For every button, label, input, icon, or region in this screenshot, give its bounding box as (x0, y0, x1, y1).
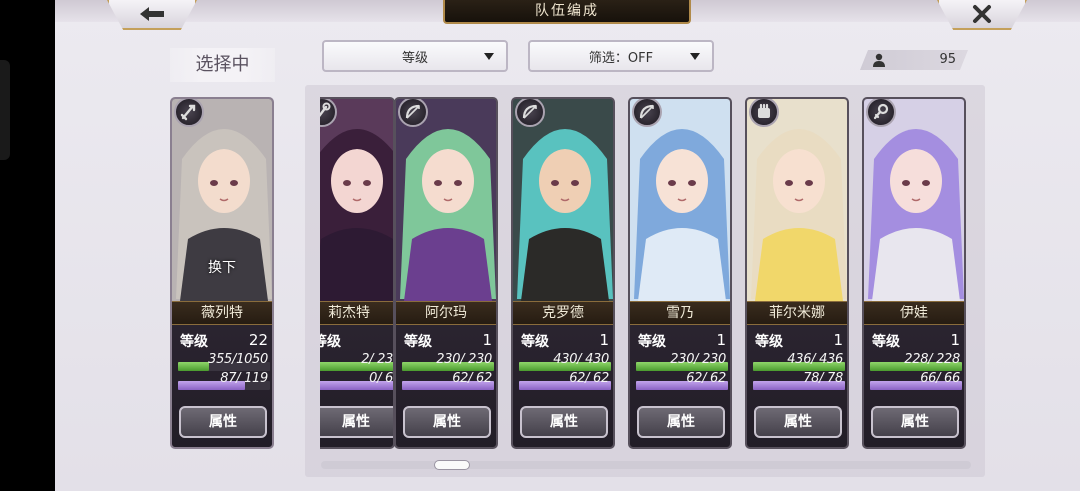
attribute-button[interactable]: 属性 (403, 406, 491, 438)
mp-value: 62/ 62 (452, 371, 492, 386)
hp-value: 430/ 430 (553, 352, 609, 367)
hp-bar: 436/ 436 (753, 352, 845, 371)
attribute-button[interactable]: 属性 (754, 406, 842, 438)
level-value: 1 (950, 331, 960, 349)
mp-bar: 62/ 62 (402, 371, 494, 390)
hp-value: 230/ 230 (436, 352, 492, 367)
mp-value: 62/ 62 (569, 371, 609, 386)
level-row: 等级1 (320, 331, 393, 351)
level-value: 1 (599, 331, 609, 349)
level-value: 1 (833, 331, 843, 349)
mp-bar: 62/ 62 (636, 371, 728, 390)
mp-value: 78/ 78 (803, 371, 843, 386)
filter-dropdown[interactable]: 筛选：OFF (528, 40, 714, 72)
close-x-icon (973, 5, 991, 23)
key-icon (866, 99, 896, 127)
hp-value: 230/ 230 (670, 352, 726, 367)
level-value: 1 (716, 331, 726, 349)
mp-value: 0/ 60 (369, 371, 394, 386)
back-arrow-icon (140, 7, 164, 21)
character-portrait (864, 99, 964, 301)
chevron-down-icon (484, 53, 494, 60)
bow-icon (632, 99, 662, 127)
sort-dropdown-value: 等级 (401, 50, 428, 66)
hp-value: 355/1050 (208, 352, 268, 367)
character-name: 克罗德 (513, 301, 613, 325)
level-row: 等级 1 (636, 331, 728, 351)
level-label: 等级 (755, 334, 783, 350)
filter-dropdown-value: 筛选：OFF (588, 50, 654, 66)
attribute-button[interactable]: 属性 (320, 406, 393, 438)
unit-count: 95 (939, 52, 956, 67)
hp-bar: 430/ 430 (519, 352, 611, 371)
mp-bar: 78/ 78 (753, 371, 845, 390)
mp-bar: 87/ 119 (178, 371, 270, 390)
hp-bar: 228/ 228 (870, 352, 962, 371)
close-button[interactable] (937, 0, 1027, 30)
page-title: 队伍编成 (443, 0, 691, 24)
mp-value: 66/ 66 (920, 371, 960, 386)
mp-value: 87/ 119 (220, 371, 268, 386)
hp-value: 228/ 228 (904, 352, 960, 367)
sort-dropdown[interactable]: 等级 (322, 40, 508, 72)
back-button[interactable] (107, 0, 197, 30)
attribute-button[interactable]: 属性 (179, 406, 267, 438)
level-value: 22 (248, 331, 268, 349)
person-icon (872, 53, 886, 67)
character-card[interactable]: 伊娃等级 1 228/ 228 66/ 66 属性 (862, 97, 966, 449)
attribute-button[interactable]: 属性 (637, 406, 725, 438)
hp-bar: 230/ 230 (636, 352, 728, 371)
bow-icon (515, 99, 545, 127)
unit-count-badge: 95 (860, 50, 968, 70)
character-name: 雪乃 (630, 301, 730, 325)
hp-bar-fill (178, 362, 210, 371)
character-name: 伊娃 (864, 301, 964, 325)
mp-bar: 62/ 62 (519, 371, 611, 390)
level-value: 1 (482, 331, 492, 349)
mp-bar: 0/ 60 (320, 371, 394, 390)
selecting-label: 选择中 (170, 48, 275, 82)
attribute-button[interactable]: 属性 (871, 406, 959, 438)
character-card[interactable]: 阿尔玛等级 1 230/ 230 62/ 62 属性 (394, 97, 498, 449)
hp-value: 2/ 232 (361, 352, 394, 367)
character-name: 阿尔玛 (396, 301, 496, 325)
character-portrait (513, 99, 613, 301)
attribute-button[interactable]: 属性 (520, 406, 608, 438)
swap-label: 换下 (208, 260, 236, 276)
selected-character-card[interactable]: 换下 薇列特 等级 22 355/1050 87/ 119 属性 (170, 97, 274, 449)
character-portrait (396, 99, 496, 301)
bow-icon (398, 99, 428, 127)
level-label: 等级 (404, 334, 432, 350)
chevron-down-icon (690, 53, 700, 60)
hp-bar: 230/ 230 (402, 352, 494, 371)
hp-bar: 2/ 232 (320, 352, 394, 371)
horizontal-scrollbar[interactable] (321, 461, 971, 469)
level-row: 等级 1 (519, 331, 611, 351)
fist-icon (749, 99, 779, 127)
level-row: 等级 1 (753, 331, 845, 351)
mp-bar: 66/ 66 (870, 371, 962, 390)
level-label: 等级 (521, 334, 549, 350)
character-portrait (630, 99, 730, 301)
hp-value: 436/ 436 (787, 352, 843, 367)
mp-value: 62/ 62 (686, 371, 726, 386)
level-label: 等级 (180, 334, 208, 350)
game-screen: 队伍编成 选择中 等级 筛选：OFF 95 换下 薇列特 等级 22 355/1… (55, 0, 1080, 491)
character-portrait (747, 99, 847, 301)
scrollbar-thumb[interactable] (434, 460, 470, 470)
sword-icon (174, 99, 204, 127)
character-name: 薇列特 (172, 301, 272, 325)
character-card[interactable]: 菲尔米娜等级 1 436/ 436 78/ 78 属性 (745, 97, 849, 449)
character-name: 菲尔米娜 (747, 301, 847, 325)
level-row: 等级 1 (870, 331, 962, 351)
level-row: 等级 1 (402, 331, 494, 351)
level-label: 等级 (872, 334, 900, 350)
character-card[interactable]: 克罗德等级 1 430/ 430 62/ 62 属性 (511, 97, 615, 449)
hp-bar: 355/1050 (178, 352, 270, 371)
level-label: 等级 (638, 334, 666, 350)
character-card[interactable]: 雪乃等级 1 230/ 230 62/ 62 属性 (628, 97, 732, 449)
level-row: 等级 22 (178, 331, 270, 351)
device-notch (0, 60, 10, 160)
